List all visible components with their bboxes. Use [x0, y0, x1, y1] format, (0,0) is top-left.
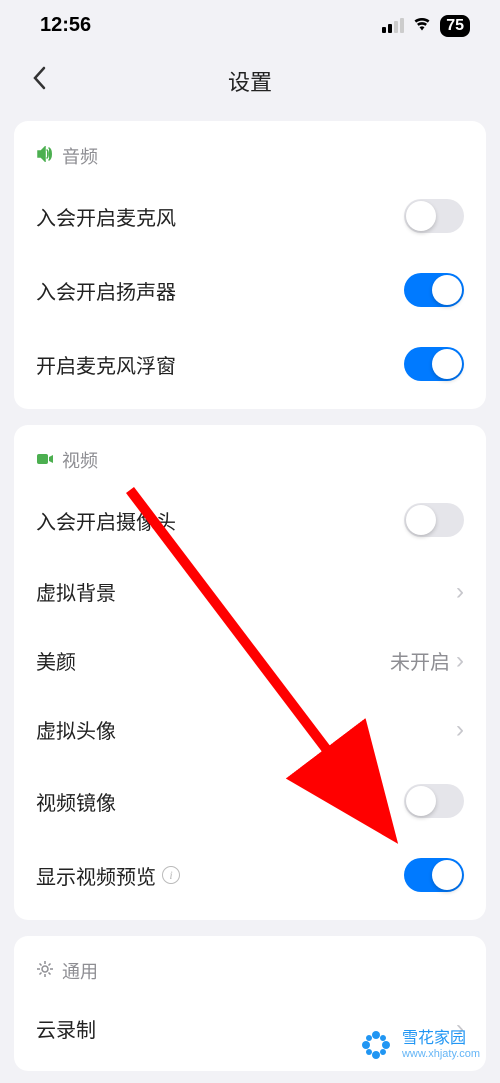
toggle-mic-on-join[interactable]	[404, 199, 464, 233]
chevron-right-icon: ›	[456, 578, 464, 606]
row-label: 视频镜像	[36, 787, 116, 816]
row-label: 入会开启麦克风	[36, 202, 176, 231]
row-video-mirror: 视频镜像	[14, 764, 486, 838]
status-bar: 12:56 75	[0, 0, 500, 45]
toggle-show-preview[interactable]	[404, 858, 464, 892]
watermark-logo-icon	[358, 1027, 394, 1063]
section-title: 音频	[62, 143, 98, 169]
status-indicators: 75	[382, 14, 470, 37]
section-header-audio: 音频	[14, 129, 486, 179]
section-title: 通用	[62, 958, 98, 984]
cellular-signal-icon	[382, 18, 404, 33]
section-video: 视频 入会开启摄像头 虚拟背景 › 美颜 未开启 › 虚拟头像 › 视频镜像 显…	[14, 425, 486, 920]
speaker-icon	[36, 146, 54, 167]
row-mic-float: 开启麦克风浮窗	[14, 327, 486, 401]
gear-icon	[36, 960, 54, 983]
battery-indicator: 75	[440, 15, 470, 37]
section-header-video: 视频	[14, 433, 486, 483]
row-virtual-avatar[interactable]: 虚拟头像 ›	[14, 695, 486, 764]
back-button[interactable]	[32, 65, 46, 97]
toggle-video-mirror[interactable]	[404, 784, 464, 818]
chevron-right-icon: ›	[456, 716, 464, 744]
section-header-general: 通用	[14, 944, 486, 994]
row-camera-on-join: 入会开启摄像头	[14, 483, 486, 557]
watermark-url: www.xhjaty.com	[402, 1048, 480, 1060]
nav-header: 设置	[0, 45, 500, 121]
row-speaker-on-join: 入会开启扬声器	[14, 253, 486, 327]
section-title: 视频	[62, 447, 98, 473]
toggle-mic-float[interactable]	[404, 347, 464, 381]
row-mic-on-join: 入会开启麦克风	[14, 179, 486, 253]
chevron-right-icon: ›	[456, 647, 464, 675]
status-time: 12:56	[40, 14, 91, 37]
info-icon[interactable]: i	[162, 866, 180, 884]
section-audio: 音频 入会开启麦克风 入会开启扬声器 开启麦克风浮窗	[14, 121, 486, 409]
row-label: 入会开启摄像头	[36, 506, 176, 535]
camera-icon	[36, 450, 54, 471]
row-label: 虚拟头像	[36, 715, 116, 744]
toggle-speaker-on-join[interactable]	[404, 273, 464, 307]
row-label: 显示视频预览	[36, 861, 156, 890]
row-label: 入会开启扬声器	[36, 276, 176, 305]
row-value: 未开启	[390, 646, 450, 675]
row-beauty[interactable]: 美颜 未开启 ›	[14, 626, 486, 695]
row-label: 虚拟背景	[36, 577, 116, 606]
row-virtual-bg[interactable]: 虚拟背景 ›	[14, 557, 486, 626]
page-title: 设置	[20, 65, 480, 97]
wifi-icon	[412, 14, 432, 37]
row-label: 美颜	[36, 646, 76, 675]
row-label: 云录制	[36, 1014, 96, 1043]
row-show-preview: 显示视频预览 i	[14, 838, 486, 912]
toggle-camera-on-join[interactable]	[404, 503, 464, 537]
watermark: 雪花家园 www.xhjaty.com	[358, 1027, 480, 1063]
row-label: 开启麦克风浮窗	[36, 350, 176, 379]
watermark-name: 雪花家园	[402, 1030, 480, 1048]
